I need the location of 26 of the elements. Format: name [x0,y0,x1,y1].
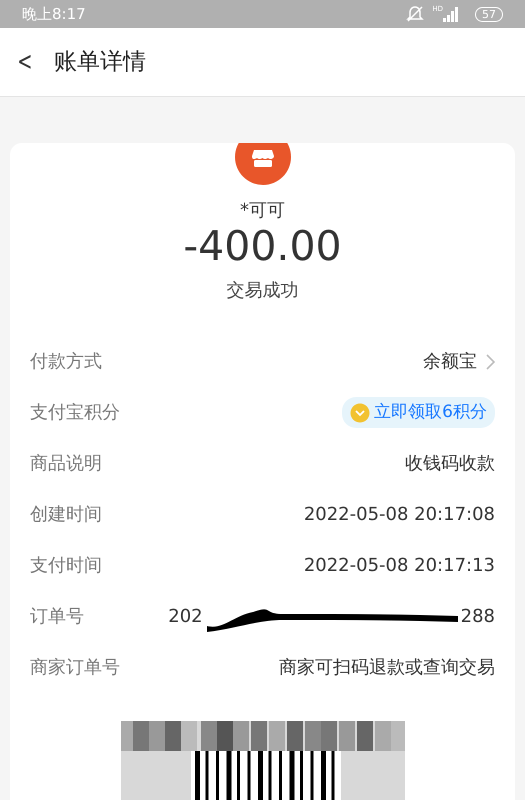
transaction-status: 交易成功 [226,279,298,304]
field-label: 支付时间 [30,554,102,578]
muted-bell-icon [406,5,424,23]
battery-level: 57 [475,6,503,22]
back-button[interactable]: < [17,49,33,75]
status-time: 晚上8:17 [22,4,86,25]
field-value: 余额宝 [423,350,477,374]
order-number-end: 288 [460,605,495,630]
field-value: 2022-05-08 20:17:08 [304,503,495,528]
field-value: 商家可扫码退款或查询交易 [279,656,495,680]
chevron-right-icon [485,354,495,370]
field-value: 收钱码收款 [405,452,495,476]
amount: -400.00 [183,224,342,270]
field-label: 商家订单号 [30,656,120,680]
signal-icon [443,6,459,22]
field-label: 商品说明 [30,452,102,476]
field-value: 2022-05-08 20:17:13 [304,554,495,578]
payee-name: *可可 [240,199,285,223]
page-title: 账单详情 [54,48,146,77]
field-label: 付款方式 [30,350,102,374]
field-label: 创建时间 [30,503,102,528]
field-label: 支付宝积分 [30,401,120,426]
points-button[interactable]: 立即领取6积分 [342,396,495,428]
order-number-start: 202 [168,605,203,630]
field-label: 订单号 [30,605,84,630]
coin-icon [350,402,370,423]
